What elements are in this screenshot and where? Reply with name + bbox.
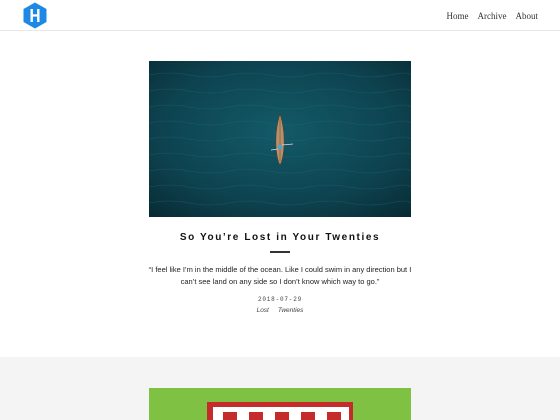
post-tags: Lost Twenties [200, 307, 360, 314]
next-post-cover-image[interactable] [149, 388, 411, 420]
site-header: Home Archive About [0, 0, 560, 31]
title-divider [270, 251, 290, 253]
post-title[interactable]: So You’re Lost in Your Twenties [130, 232, 430, 243]
main-nav: Home Archive About [447, 11, 539, 21]
post-date: 2018-07-29 [257, 296, 302, 303]
nav-home-link[interactable]: Home [447, 11, 469, 21]
nav-archive-link[interactable]: Archive [478, 11, 507, 21]
next-post-section [0, 357, 560, 420]
hexo-logo-icon[interactable] [23, 2, 47, 29]
tag-twenties-link[interactable]: Twenties [278, 307, 304, 314]
post-excerpt: “I feel like I’m in the middle of the oc… [148, 265, 412, 286]
nav-about-link[interactable]: About [516, 11, 539, 21]
tag-lost-link[interactable]: Lost [257, 307, 269, 314]
post-cover-image[interactable] [149, 61, 411, 217]
